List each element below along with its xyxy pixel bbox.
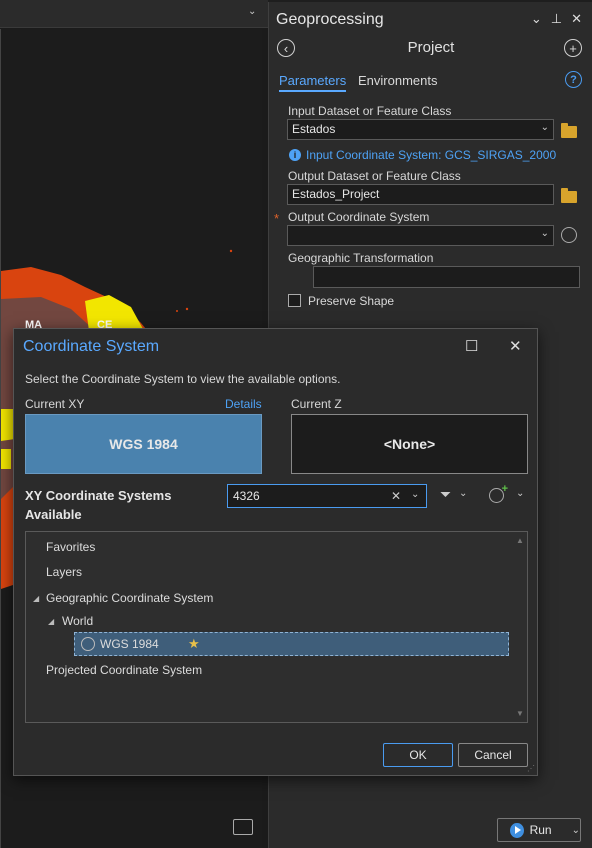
output-coordinate-system-field[interactable]: ⌄ (287, 225, 554, 246)
chevron-down-icon[interactable]: ⌄ (411, 489, 419, 500)
preserve-shape-checkbox[interactable] (288, 294, 301, 307)
run-label: Run (529, 823, 552, 837)
tool-name: Project (407, 39, 455, 56)
cancel-button[interactable]: Cancel (458, 743, 528, 767)
geographic-transformation-label: Geographic Transformation (288, 251, 434, 265)
coordinate-system-dialog: Coordinate System ☐ ✕ Select the Coordin… (13, 328, 538, 776)
chevron-down-icon[interactable]: ⌄ (541, 228, 549, 239)
folder-icon[interactable] (561, 123, 577, 138)
output-dataset-value: Estados_Project (292, 187, 380, 201)
output-dataset-field[interactable]: Estados_Project (287, 184, 554, 205)
input-coordinate-info: i Input Coordinate System: GCS_SIRGAS_20… (289, 148, 556, 162)
chevron-down-icon[interactable]: ⌄ (572, 825, 580, 836)
current-z-label: Current Z (291, 397, 342, 411)
tree-item-wgs1984: WGS 1984 (100, 637, 159, 651)
tree-item-geographic[interactable]: Geographic Coordinate System (46, 591, 213, 605)
chevron-down-icon[interactable]: ⌄ (248, 6, 256, 17)
tree-scrollbar[interactable]: ▲ ▼ (515, 536, 525, 718)
current-z-box[interactable]: <None> (291, 414, 528, 474)
expand-triangle-icon[interactable]: ◢ (33, 594, 39, 603)
chevron-down-icon[interactable]: ⌄ (531, 11, 542, 27)
tree-item-world[interactable]: World (62, 614, 93, 628)
search-input[interactable]: 4326 ✕ ⌄ (227, 484, 427, 508)
resize-grip-icon[interactable]: ⋰ (527, 764, 535, 773)
tab-parameters[interactable]: Parameters (279, 73, 347, 92)
current-xy-box[interactable]: WGS 1984 (25, 414, 262, 474)
add-coordinate-system-icon[interactable]: + (489, 483, 508, 503)
cancel-label: Cancel (474, 748, 512, 762)
current-xy-value: WGS 1984 (109, 436, 178, 452)
search-value: 4326 (233, 489, 260, 503)
globe-icon (81, 637, 95, 651)
maximize-icon[interactable]: ☐ (465, 337, 478, 355)
chevron-down-icon[interactable]: ⌄ (541, 122, 549, 133)
input-dataset-label: Input Dataset or Feature Class (288, 104, 452, 118)
filter-icon[interactable]: ⏷ (440, 486, 451, 503)
play-icon (510, 822, 524, 838)
info-text: Input Coordinate System: GCS_SIRGAS_2000 (306, 148, 557, 162)
current-z-value: <None> (383, 436, 436, 452)
tree-item-layers[interactable]: Layers (46, 565, 82, 579)
pane-title: Geoprocessing (276, 11, 384, 28)
close-icon[interactable]: ✕ (571, 11, 582, 27)
ok-button[interactable]: OK (383, 743, 453, 767)
dialog-instruction: Select the Coordinate System to view the… (25, 372, 341, 386)
map-toolbar: ⌄ (0, 0, 268, 28)
chevron-down-icon[interactable]: ⌄ (516, 488, 524, 499)
preserve-shape-label: Preserve Shape (308, 294, 395, 308)
favorite-star-icon[interactable]: ★ (188, 636, 200, 652)
coordinate-system-tree[interactable]: Favorites Layers ◢ Geographic Coordinate… (25, 531, 528, 723)
tree-item-projected[interactable]: Projected Coordinate System (46, 663, 202, 677)
output-coordinate-system-label: Output Coordinate System (288, 210, 430, 224)
required-asterisk: * (274, 211, 280, 226)
current-xy-label: Current XY (25, 397, 85, 411)
close-icon[interactable]: ✕ (509, 337, 522, 355)
input-dataset-field[interactable]: Estados ⌄ (287, 119, 554, 140)
folder-icon[interactable] (561, 188, 577, 203)
add-icon[interactable]: + (564, 39, 582, 57)
input-dataset-value: Estados (292, 122, 336, 136)
tree-item-selected[interactable]: WGS 1984 ★ (74, 632, 509, 656)
pin-icon[interactable]: ⊥ (551, 11, 562, 27)
run-button[interactable]: Run ⌄ (497, 818, 581, 842)
dialog-title: Coordinate System (23, 338, 160, 355)
globe-icon[interactable] (561, 227, 577, 243)
expand-triangle-icon[interactable]: ◢ (48, 617, 54, 626)
clear-icon[interactable]: ✕ (391, 489, 401, 503)
tab-environments[interactable]: Environments (358, 73, 437, 88)
ok-label: OK (409, 748, 427, 762)
output-dataset-label: Output Dataset or Feature Class (288, 169, 461, 183)
map-overview-icon[interactable] (233, 819, 253, 835)
info-icon: i (289, 149, 301, 161)
tree-item-favorites[interactable]: Favorites (46, 540, 95, 554)
help-icon[interactable]: ? (565, 71, 582, 88)
xy-available-label: XY Coordinate Systems Available (25, 488, 172, 522)
details-link[interactable]: Details (225, 397, 262, 411)
chevron-down-icon[interactable]: ⌄ (459, 488, 467, 499)
geographic-transformation-field[interactable] (313, 266, 580, 288)
